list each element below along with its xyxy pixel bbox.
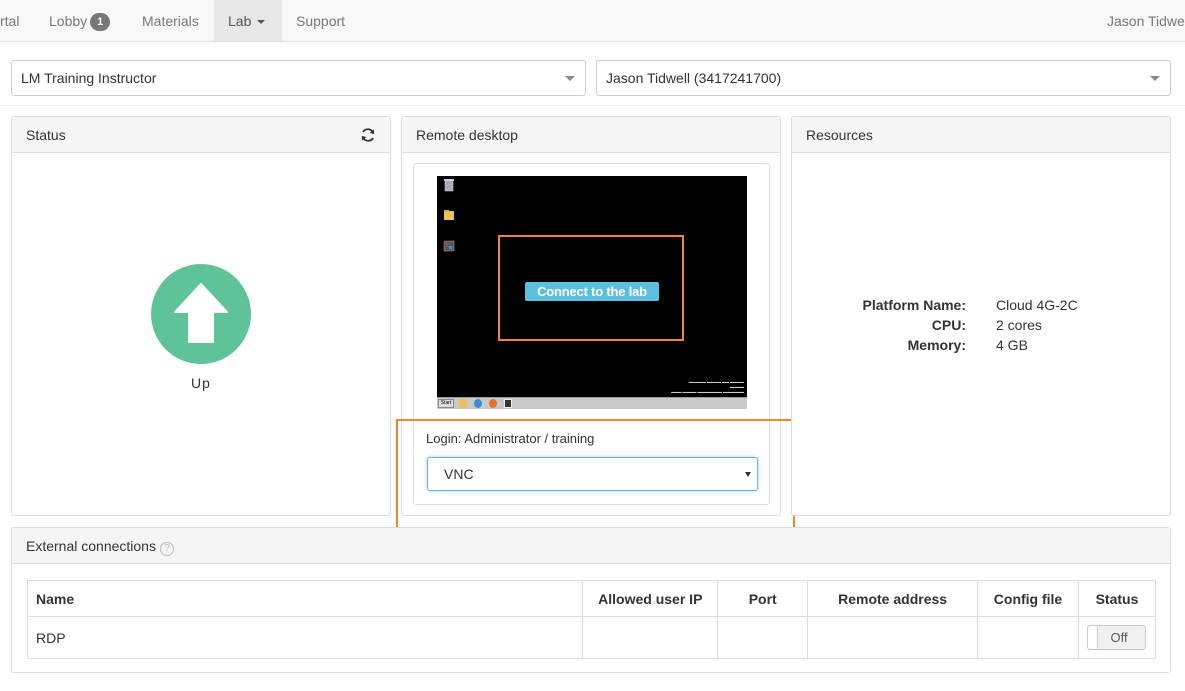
desktop-taskbar: Start [437, 397, 747, 409]
external-connections-table: Name Allowed user IP Port Remote address… [26, 580, 1157, 659]
top-navbar: rtal Lobby 1 Materials Lab Support Jason … [0, 0, 1185, 42]
remote-desktop-title: Remote desktop [416, 127, 518, 143]
refresh-icon[interactable] [360, 127, 376, 143]
windows-watermark: ▬▬▬▬▬ ▬▬▬▬ ▬▬ ▬▬▬▬ ▬▬▬▬ ▬▬▬ ▬▬▬▬ ▬▬▬▬▬▬▬… [671, 380, 744, 394]
lobby-count-badge: 1 [90, 13, 111, 31]
nav-support-label: Support [296, 13, 346, 29]
resources-list: Platform Name: Cloud 4G-2C CPU: 2 cores … [792, 297, 1170, 357]
nav-lobby[interactable]: Lobby 1 [49, 0, 111, 41]
resource-row-platform: Platform Name: Cloud 4G-2C [792, 297, 1170, 317]
external-connections-title: External connections [26, 538, 156, 554]
resources-panel: Resources Platform Name: Cloud 4G-2C CPU… [791, 116, 1171, 516]
table-header-row: Name Allowed user IP Port Remote address… [26, 580, 1157, 617]
remote-desktop-heading: Remote desktop [402, 117, 780, 153]
nav-materials-label: Materials [142, 13, 199, 29]
resource-value: 2 cores [996, 317, 1042, 333]
student-select-value: Jason Tidwell (3417241700) [606, 70, 782, 86]
status-label: Up [191, 375, 211, 391]
rdp-status-toggle[interactable]: Off [1087, 625, 1147, 650]
help-icon[interactable]: ? [159, 542, 174, 556]
nav-materials[interactable]: Materials [142, 0, 199, 41]
col-remote-address: Remote address [807, 580, 979, 617]
firefox-icon [489, 399, 497, 408]
user-name: Jason Tidwe [1107, 13, 1185, 29]
nav-support[interactable]: Support [296, 0, 345, 41]
cell-status: Off [1077, 616, 1157, 659]
terminal-icon [504, 399, 512, 408]
col-port: Port [717, 580, 809, 617]
event-select-value: LM Training Instructor [21, 70, 157, 86]
toggle-knob [1088, 626, 1099, 649]
recycle-bin-icon [444, 179, 454, 192]
resource-label: Platform Name: [862, 297, 966, 313]
status-panel-heading: Status [12, 117, 390, 153]
table-row: RDP Off [26, 616, 1157, 659]
col-allowed-ip: Allowed user IP [582, 580, 719, 617]
connect-highlight-box [498, 235, 684, 341]
cell-name: RDP [26, 616, 584, 659]
student-select[interactable]: Jason Tidwell (3417241700) [596, 60, 1171, 96]
nav-lobby-label: Lobby [49, 13, 88, 29]
resource-value: 4 GB [996, 337, 1028, 353]
col-config-file: Config file [977, 580, 1079, 617]
cell-remote-address [807, 616, 979, 659]
resources-heading: Resources [792, 117, 1170, 153]
divider [0, 105, 1185, 106]
status-panel-title: Status [26, 127, 66, 143]
server-manager-icon [443, 240, 455, 252]
dropdown-arrow-icon [1150, 76, 1160, 81]
external-connections-heading: External connections? [12, 528, 1170, 564]
caret-down-icon [257, 20, 266, 24]
start-button: Start [438, 399, 454, 408]
nav-portal-label: rtal [0, 13, 20, 29]
col-name: Name [26, 580, 584, 617]
resource-row-cpu: CPU: 2 cores [792, 317, 1170, 337]
resources-title: Resources [806, 127, 873, 143]
event-select[interactable]: LM Training Instructor [11, 60, 586, 96]
status-up-indicator [151, 264, 251, 364]
folder-icon [444, 210, 454, 220]
resource-value: Cloud 4G-2C [996, 297, 1078, 313]
nav-user-menu[interactable]: Jason Tidwe [1107, 0, 1185, 41]
status-panel: Status Up [11, 116, 391, 516]
nav-lab-label: Lab [228, 13, 252, 29]
col-status: Status [1077, 580, 1157, 617]
login-highlight-box [396, 419, 795, 529]
toggle-label: Off [1110, 630, 1128, 645]
nav-lab[interactable]: Lab [214, 0, 282, 41]
resource-label: Memory: [907, 337, 966, 353]
dropdown-arrow-icon [565, 76, 575, 81]
resource-row-memory: Memory: 4 GB [792, 337, 1170, 357]
ie-icon [474, 399, 482, 408]
external-connections-panel: External connections? Name Allowed user … [11, 527, 1171, 673]
cell-allowed-ip [582, 616, 719, 659]
cell-port [717, 616, 809, 659]
explorer-icon [459, 399, 467, 408]
nav-portal[interactable]: rtal [0, 0, 30, 41]
resource-label: CPU: [931, 317, 966, 333]
cell-config-file [977, 616, 1079, 659]
arrow-up-icon [174, 283, 228, 343]
